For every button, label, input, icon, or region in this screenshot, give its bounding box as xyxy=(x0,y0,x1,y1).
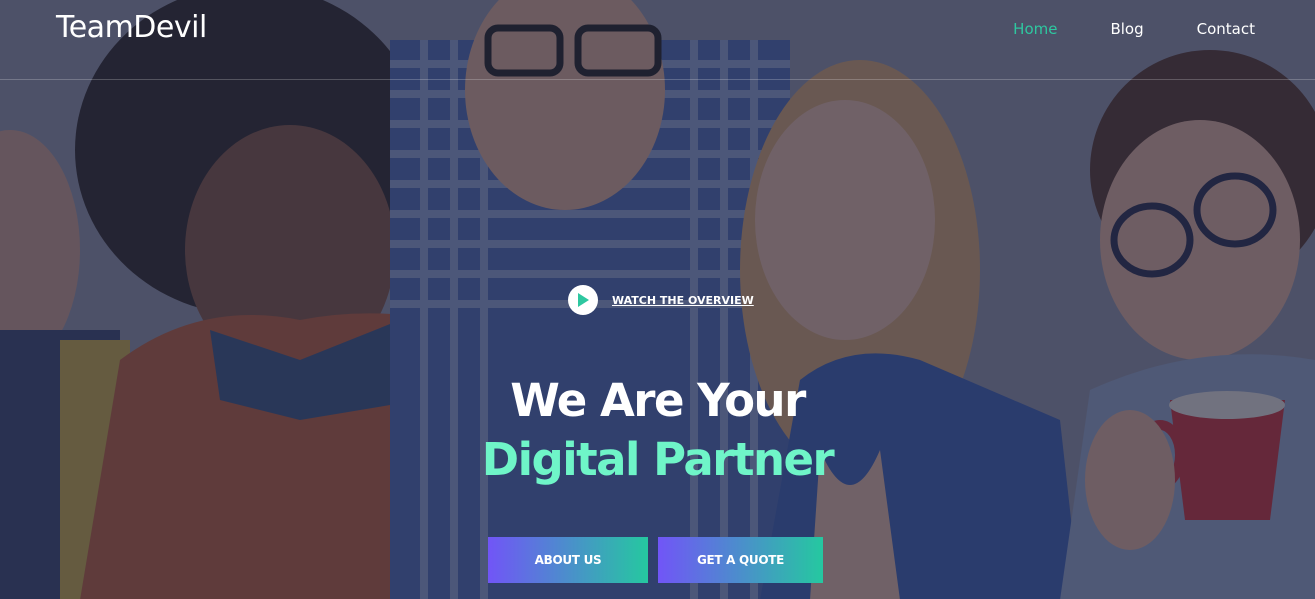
get-a-quote-button[interactable]: GET A QUOTE xyxy=(658,537,823,583)
play-button[interactable] xyxy=(568,285,598,315)
nav-item-home[interactable]: Home xyxy=(1013,20,1057,38)
site-header: TeamDevil Home Blog Contact xyxy=(0,0,1315,80)
nav-item-blog[interactable]: Blog xyxy=(1110,20,1143,38)
about-us-button[interactable]: ABOUT US xyxy=(488,537,648,583)
site-logo[interactable]: TeamDevil xyxy=(56,10,207,45)
play-icon xyxy=(578,293,589,307)
nav-item-contact[interactable]: Contact xyxy=(1197,20,1255,38)
get-a-quote-label: GET A QUOTE xyxy=(696,553,785,567)
main-nav: Home Blog Contact xyxy=(960,20,1255,38)
hero-headline-line1: We Are Your xyxy=(510,374,806,427)
watch-overview-link[interactable]: WATCH THE OVERVIEW xyxy=(568,285,754,315)
hero-section: TeamDevil Home Blog Contact WATCH THE OV… xyxy=(0,0,1315,599)
watch-overview-label[interactable]: WATCH THE OVERVIEW xyxy=(612,294,754,307)
about-us-label: ABOUT US xyxy=(534,553,602,567)
hero-headline-line2: Digital Partner xyxy=(481,433,835,486)
